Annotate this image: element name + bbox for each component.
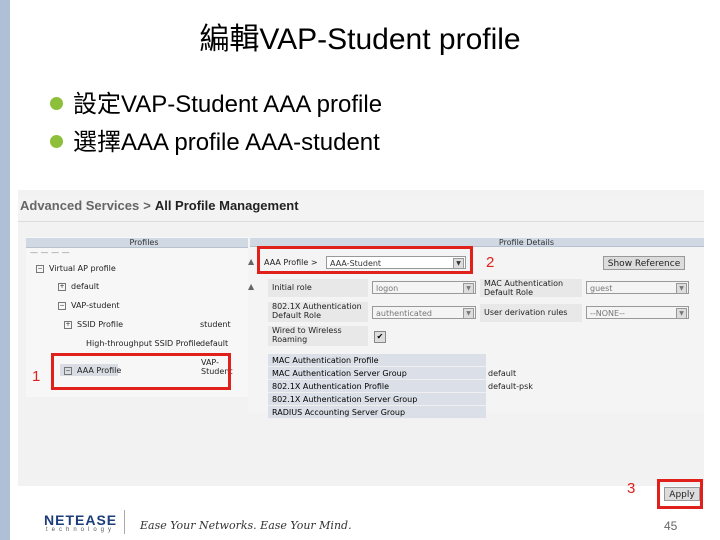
mac-auth-default-role-label: MAC Authentication Default Role bbox=[480, 279, 582, 297]
brand-logo: NETEASE bbox=[44, 512, 118, 528]
tree-row-default[interactable]: + default bbox=[58, 282, 99, 291]
highlight-box-3 bbox=[657, 479, 703, 509]
initial-role-label: Initial role bbox=[268, 279, 368, 297]
bullet-text: 選擇AAA profile AAA-student bbox=[73, 129, 380, 156]
tree-row-label: High-throughput SSID Profile bbox=[86, 339, 201, 348]
chevron-down-icon: ▼ bbox=[676, 283, 687, 294]
tree-row-label: default bbox=[71, 282, 100, 291]
scroll-up-icon[interactable]: ▲ bbox=[248, 282, 254, 291]
initial-role-value: logon bbox=[376, 284, 399, 293]
slide-title: 編輯VAP-Student profile bbox=[199, 23, 521, 56]
bullet-dot-icon bbox=[50, 135, 63, 149]
collapse-arrow-icon[interactable]: ▲ bbox=[248, 257, 254, 266]
chevron-down-icon: ▼ bbox=[463, 308, 474, 319]
step-marker-2: 2 bbox=[486, 254, 495, 271]
tree-row-vap-student[interactable]: − VAP-student bbox=[58, 301, 120, 310]
slide-left-bar bbox=[0, 0, 10, 540]
tree-row-value: student bbox=[200, 320, 231, 329]
tree-row-label: Virtual AP profile bbox=[49, 264, 116, 273]
breadcrumb-separator: > bbox=[143, 198, 151, 213]
step-marker-3: 3 bbox=[627, 480, 636, 497]
user-derivation-value: --NONE-- bbox=[590, 309, 625, 318]
highlight-box-1 bbox=[51, 353, 231, 390]
breadcrumb-parent-link[interactable]: Advanced Services bbox=[18, 198, 139, 213]
breadcrumb-current: All Profile Management bbox=[154, 198, 299, 213]
tree-row-ht-ssid-profile[interactable]: High-throughput SSID Profile bbox=[86, 339, 201, 348]
list-item[interactable]: RADIUS Accounting Server Group bbox=[268, 406, 486, 419]
chevron-down-icon: ▼ bbox=[676, 308, 687, 319]
bullet-item: 選擇AAA profile AAA-student bbox=[50, 122, 380, 157]
breadcrumb: Advanced Services > All Profile Management bbox=[18, 195, 704, 222]
dot1x-default-role-value: authenticated bbox=[376, 309, 432, 318]
footer-divider bbox=[124, 510, 125, 534]
page-number: 45 bbox=[664, 519, 678, 533]
tree-row-ssid-profile[interactable]: + SSID Profile bbox=[64, 320, 123, 329]
expand-icon[interactable]: + bbox=[58, 282, 66, 291]
brand-logo-subtitle: technology bbox=[46, 527, 116, 533]
initial-role-select[interactable]: logon ▼ bbox=[372, 281, 476, 294]
bullet-text: 設定VAP-Student AAA profile bbox=[73, 91, 383, 118]
tree-row-label: VAP-student bbox=[71, 301, 120, 310]
collapse-icon[interactable]: − bbox=[36, 264, 44, 273]
bullet-item: 設定VAP-Student AAA profile bbox=[50, 84, 382, 119]
list-item[interactable]: MAC Authentication Profile bbox=[268, 354, 486, 367]
tree-row-label: SSID Profile bbox=[77, 320, 124, 329]
mac-auth-default-role-select[interactable]: guest ▼ bbox=[586, 281, 689, 294]
show-reference-button[interactable]: Show Reference bbox=[603, 256, 685, 270]
highlight-box-2 bbox=[257, 246, 473, 274]
wired-to-wireless-label: Wired to Wireless Roaming bbox=[268, 326, 368, 346]
user-derivation-select[interactable]: --NONE-- ▼ bbox=[586, 306, 689, 319]
mac-auth-default-role-value: guest bbox=[590, 284, 613, 293]
list-item[interactable]: 802.1X Authentication Profile bbox=[268, 380, 486, 393]
list-item-value: default-psk bbox=[488, 382, 533, 391]
profiles-panel-header: Profiles bbox=[26, 238, 262, 248]
step-marker-1: 1 bbox=[32, 368, 41, 385]
dot1x-default-role-select[interactable]: authenticated ▼ bbox=[372, 306, 476, 319]
tree-row-virtual-ap[interactable]: − Virtual AP profile bbox=[36, 264, 116, 273]
user-derivation-label: User derivation rules bbox=[480, 304, 582, 322]
expand-icon[interactable]: + bbox=[64, 320, 72, 329]
bullet-dot-icon bbox=[50, 97, 63, 111]
footer-tagline: Ease Your Networks. Ease Your Mind. bbox=[140, 519, 352, 532]
dot1x-default-role-label: 802.1X Authentication Default Role bbox=[268, 302, 368, 322]
list-item[interactable]: MAC Authentication Server Group bbox=[268, 367, 486, 380]
tree-row-partial: — — — — bbox=[30, 248, 70, 257]
list-item-value: default bbox=[488, 369, 517, 378]
wired-to-wireless-checkbox[interactable]: ✔ bbox=[374, 331, 386, 343]
chevron-down-icon: ▼ bbox=[463, 283, 474, 294]
collapse-icon[interactable]: − bbox=[58, 301, 66, 310]
list-item[interactable]: 802.1X Authentication Server Group bbox=[268, 393, 486, 406]
tree-row-value: default bbox=[200, 339, 229, 348]
